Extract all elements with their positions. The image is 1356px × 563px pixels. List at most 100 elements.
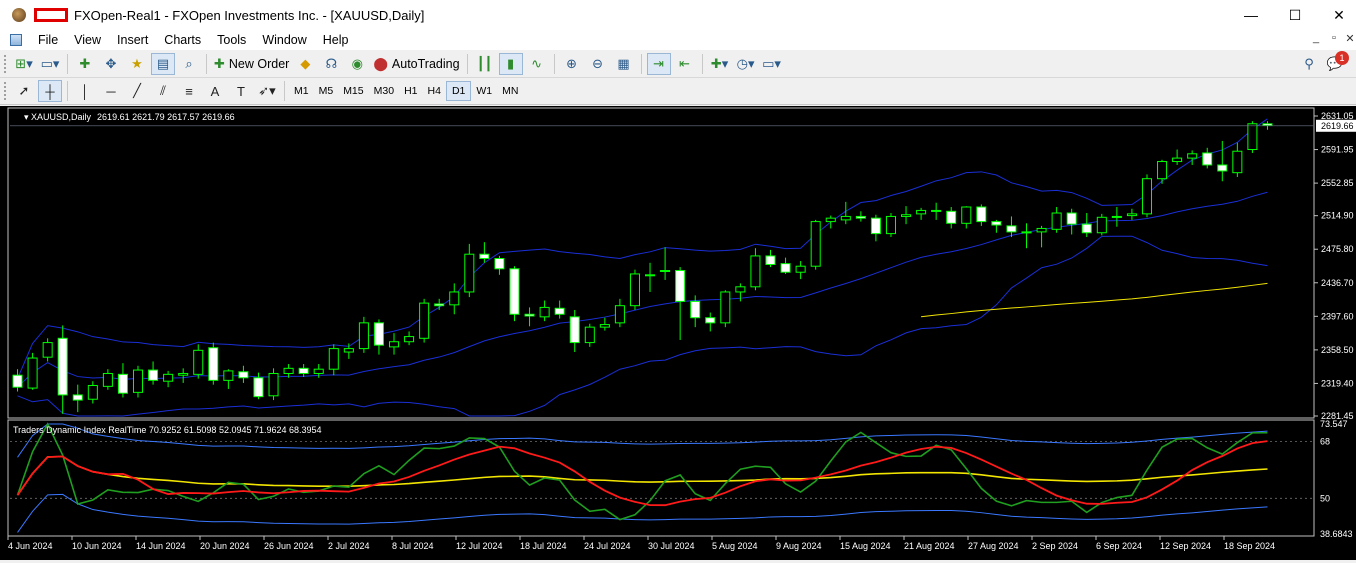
menu-window[interactable]: Window bbox=[254, 33, 314, 47]
menu-help[interactable]: Help bbox=[315, 33, 357, 47]
price-label: 2514.90 bbox=[1321, 211, 1354, 221]
date-label: 30 Jul 2024 bbox=[648, 541, 695, 551]
templates-icon[interactable]: ▭▾ bbox=[760, 53, 784, 75]
candlestick-chart-icon[interactable]: ▮ bbox=[498, 53, 523, 75]
menu-file[interactable]: File bbox=[30, 33, 66, 47]
ohlc-text: 2619.61 2621.79 2617.57 2619.66 bbox=[97, 112, 235, 122]
arrows-icon[interactable]: ➶▾ bbox=[255, 80, 279, 102]
search-icon[interactable]: ⚲ bbox=[1297, 53, 1321, 75]
candle-body bbox=[117, 373, 128, 394]
candle-body bbox=[750, 255, 761, 288]
mdi-close-button[interactable]: ✕ bbox=[1340, 32, 1356, 45]
candle-body bbox=[148, 369, 159, 381]
date-label: 18 Jul 2024 bbox=[520, 541, 567, 551]
menu-insert[interactable]: Insert bbox=[109, 33, 156, 47]
candle bbox=[931, 202, 942, 220]
candle bbox=[373, 319, 384, 355]
candle bbox=[1172, 149, 1183, 165]
chart-shift-icon[interactable]: ⇤ bbox=[673, 53, 697, 75]
indicators-icon[interactable]: ✚ ▾ bbox=[708, 53, 732, 75]
zoom-in-icon[interactable]: ⊕ bbox=[560, 53, 584, 75]
profiles-icon[interactable]: ▭▾ bbox=[38, 53, 62, 75]
maximize-button[interactable]: ☐ bbox=[1272, 0, 1318, 30]
community-icon[interactable]: ☊ bbox=[319, 53, 343, 75]
terminal-icon[interactable]: ▤ bbox=[151, 53, 175, 75]
candle bbox=[57, 325, 68, 414]
date-label: 2 Jul 2024 bbox=[328, 541, 370, 551]
candle-body bbox=[163, 373, 174, 382]
trendline-icon[interactable]: ╱ bbox=[125, 80, 149, 102]
candle-body bbox=[885, 215, 897, 235]
minimize-button[interactable]: — bbox=[1228, 0, 1274, 30]
menu-charts[interactable]: Charts bbox=[156, 33, 209, 47]
text-icon[interactable]: A bbox=[203, 80, 227, 102]
timeframe-m1[interactable]: M1 bbox=[289, 81, 314, 101]
candle-body bbox=[238, 371, 249, 379]
mdi-minimize-button[interactable]: _ bbox=[1306, 32, 1326, 44]
standard-toolbar: ⊞ ▾ ▭▾ ✚ ✥ ★ ▤ ⌕ ✚ New Order ◆ ☊ ◉ ⬤ Auto… bbox=[0, 51, 1356, 78]
tdi-indicator: 73.547 68 50 38.6843 bbox=[10, 419, 1353, 539]
candle bbox=[1096, 213, 1107, 236]
price-chart[interactable]: 2631.05 2591.95 2552.85 2514.90 2475.80 2436.… bbox=[0, 106, 1356, 560]
notification-badge: 1 bbox=[1335, 51, 1349, 65]
zoom-out-icon[interactable]: ⊖ bbox=[586, 53, 610, 75]
market-watch-icon[interactable]: ✚ bbox=[73, 53, 97, 75]
band-upper bbox=[17, 118, 1268, 379]
candle-body bbox=[1247, 123, 1258, 151]
timeframe-m5[interactable]: M5 bbox=[314, 81, 339, 101]
timeframe-w1[interactable]: W1 bbox=[471, 81, 497, 101]
candle-body bbox=[825, 217, 836, 223]
candle bbox=[358, 316, 369, 353]
title-bar: FXOpen-Real1 - FXOpen Investments Inc. -… bbox=[0, 0, 1356, 30]
chart-window-icon[interactable] bbox=[10, 34, 22, 46]
candle bbox=[238, 365, 249, 383]
autotrading-button[interactable]: ⬤ AutoTrading bbox=[370, 53, 462, 75]
band-lower bbox=[17, 235, 1268, 417]
candle-body bbox=[449, 291, 460, 306]
bar-chart-icon[interactable]: ┃┃ bbox=[473, 53, 497, 75]
candle bbox=[479, 242, 490, 263]
metaeditor-icon[interactable]: ◆ bbox=[293, 53, 317, 75]
timeframe-m15[interactable]: M15 bbox=[338, 81, 368, 101]
candle bbox=[328, 344, 339, 376]
timeframe-mn[interactable]: MN bbox=[497, 81, 523, 101]
auto-scroll-icon[interactable]: ⇥ bbox=[646, 53, 671, 75]
candle-body bbox=[419, 302, 430, 339]
timeframe-d1[interactable]: D1 bbox=[445, 81, 472, 101]
new-chart-icon[interactable]: ⊞ ▾ bbox=[12, 53, 36, 75]
line-chart-icon[interactable]: ∿ bbox=[525, 53, 549, 75]
candle-body bbox=[1232, 150, 1243, 174]
equidistant-channel-icon[interactable]: ⫽ bbox=[151, 80, 175, 102]
candle bbox=[193, 344, 204, 379]
cursor-icon[interactable]: ➚ bbox=[12, 80, 36, 102]
candle bbox=[1111, 207, 1122, 227]
candle-body bbox=[328, 348, 339, 370]
data-window-icon[interactable]: ✥ bbox=[99, 53, 123, 75]
notifications-icon[interactable]: 💬 1 bbox=[1323, 51, 1349, 75]
menu-tools[interactable]: Tools bbox=[209, 33, 254, 47]
navigator-icon[interactable]: ★ bbox=[125, 53, 149, 75]
timeframe-h4[interactable]: H4 bbox=[423, 81, 446, 101]
tile-windows-icon[interactable]: ▦ bbox=[612, 53, 636, 75]
text-label-icon[interactable]: T bbox=[229, 80, 253, 102]
horizontal-line-icon[interactable]: ─ bbox=[99, 80, 123, 102]
vertical-line-icon[interactable]: │ bbox=[73, 80, 97, 102]
candle bbox=[554, 300, 565, 319]
strategy-tester-icon[interactable]: ⌕ bbox=[177, 53, 201, 75]
candle-body bbox=[1262, 123, 1273, 126]
candle-body bbox=[690, 300, 701, 319]
new-order-button[interactable]: ✚ New Order bbox=[211, 53, 292, 75]
close-button[interactable]: ✕ bbox=[1316, 0, 1356, 30]
crosshair-icon[interactable]: ┼ bbox=[38, 80, 62, 102]
menu-view[interactable]: View bbox=[66, 33, 109, 47]
timeframe-m30[interactable]: M30 bbox=[369, 81, 399, 101]
fibonacci-icon[interactable]: ≡ bbox=[177, 80, 201, 102]
periods-icon[interactable]: ◷▾ bbox=[734, 53, 758, 75]
candle bbox=[509, 266, 520, 322]
chart-window[interactable]: 2631.05 2591.95 2552.85 2514.90 2475.80 2436.… bbox=[0, 106, 1356, 560]
signals-icon[interactable]: ◉ bbox=[345, 53, 369, 75]
candle-body bbox=[1217, 164, 1228, 172]
timeframe-h1[interactable]: H1 bbox=[399, 81, 422, 101]
date-label: 18 Sep 2024 bbox=[1224, 541, 1275, 551]
candle-body bbox=[599, 324, 610, 328]
